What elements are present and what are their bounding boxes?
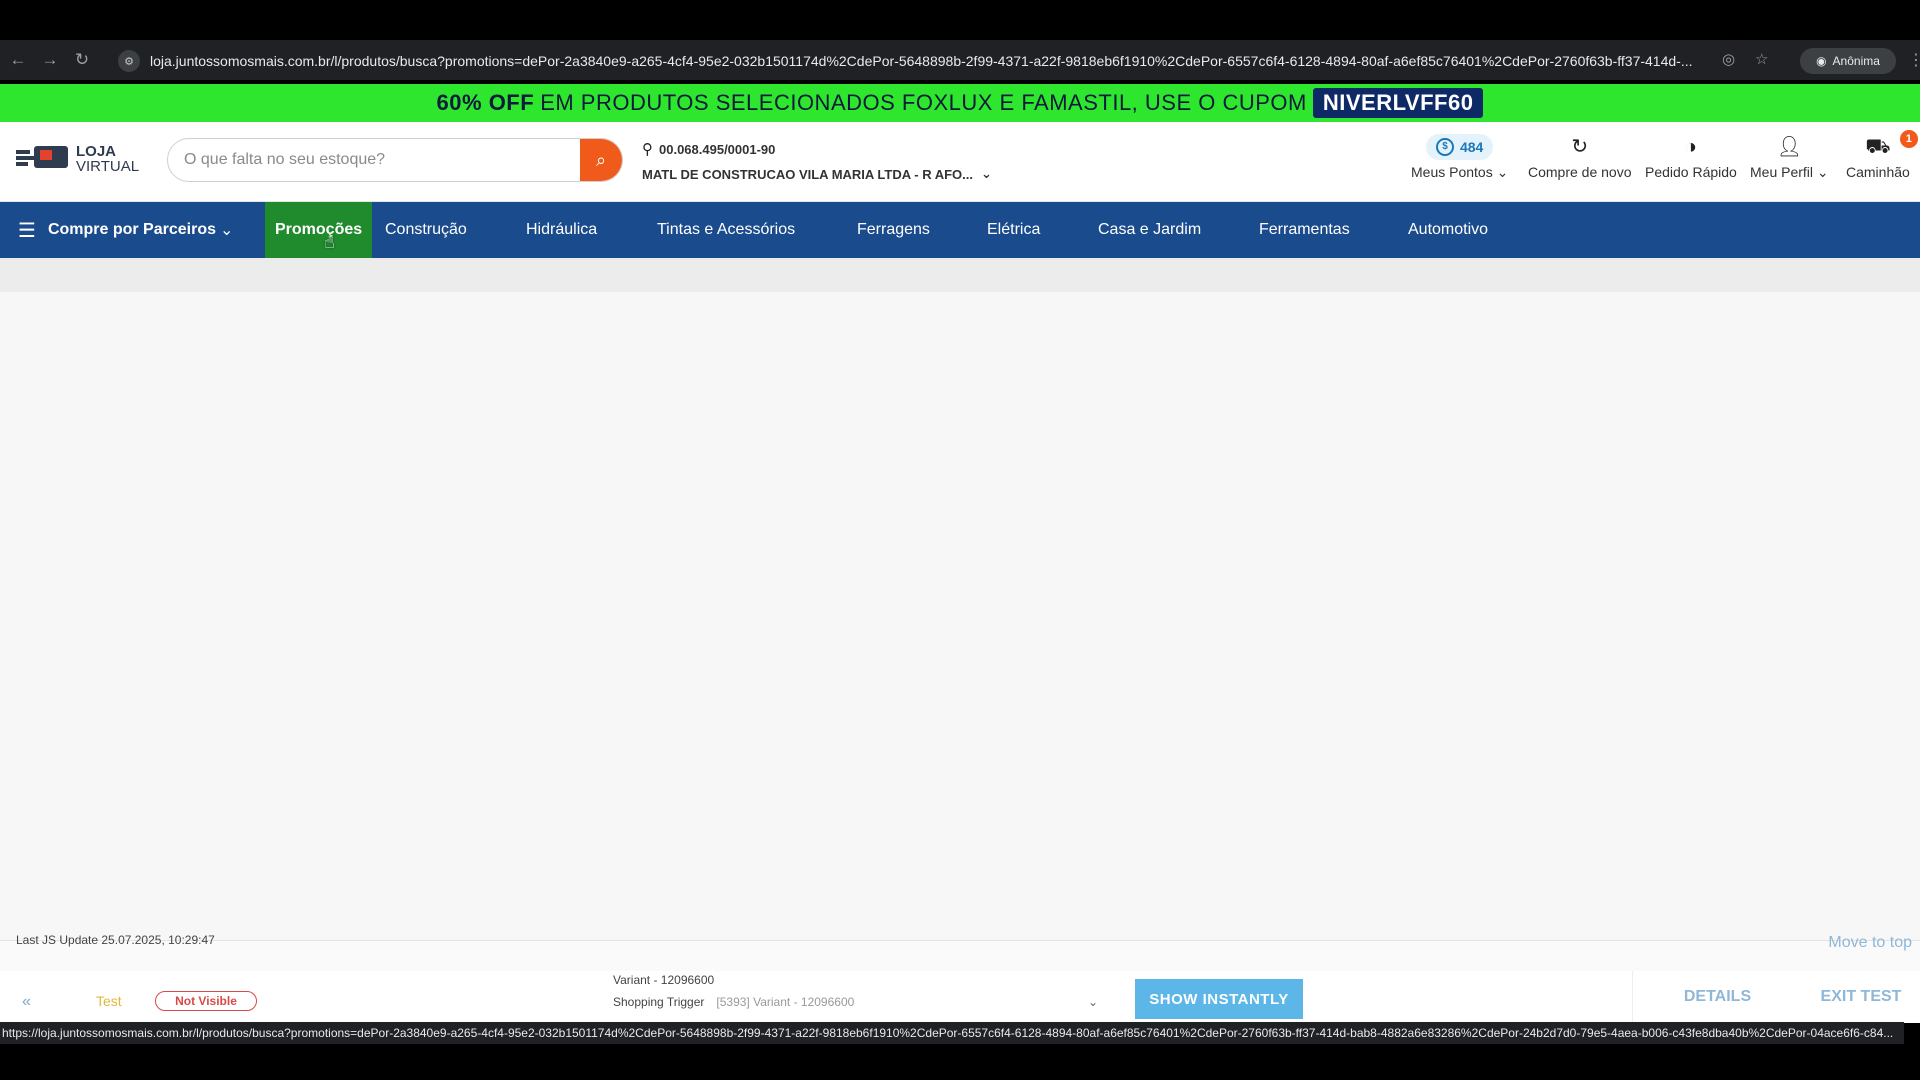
url-text[interactable]: loja.juntossomosmais.com.br/l/produtos/b… — [150, 53, 1710, 69]
chevron-down-icon: ⌄ — [1496, 164, 1509, 180]
quick-order-label: Pedido Rápido — [1645, 164, 1737, 180]
browser-menu-icon[interactable]: ⋮ — [1908, 50, 1920, 70]
back-icon[interactable]: ← — [4, 46, 32, 74]
menu-item-ferragens[interactable]: Ferragens — [857, 202, 930, 258]
buy-again[interactable]: ↻ Compre de novo — [1528, 134, 1632, 180]
menu-item-ferramentas[interactable]: Ferramentas — [1259, 202, 1350, 258]
search-icon: ⌕ — [595, 149, 607, 170]
forward-icon[interactable]: → — [36, 46, 64, 74]
incognito-icon: ◉ — [1816, 54, 1827, 68]
my-profile[interactable]: 👤︎ Meu Perfil ⌄ — [1750, 134, 1829, 181]
menu-item-construcao[interactable]: Construção — [385, 202, 467, 258]
user-icon: 👤︎ — [1776, 136, 1803, 158]
partners-label: Compre por Parceiros — [47, 221, 216, 238]
bookmark-star-icon[interactable]: ☆ — [1755, 50, 1768, 68]
top-black-bar — [0, 0, 1920, 40]
points-value: 484 — [1459, 139, 1484, 155]
test-label: Test — [96, 993, 122, 1009]
menu-item-automotivo[interactable]: Automotivo — [1408, 202, 1488, 258]
logo-line2: VIRTUAL — [76, 158, 140, 175]
menu-item-casa-jardim[interactable]: Casa e Jardim — [1098, 202, 1201, 258]
hand-cursor-icon: ☝ — [324, 232, 335, 252]
search-box: ⌕ — [167, 138, 623, 182]
coin-icon: $ — [1435, 138, 1454, 156]
reload-icon[interactable]: ↻ — [68, 46, 96, 74]
variant-text: Variant - 12096600 — [613, 973, 715, 987]
bottom-black-bar — [0, 1044, 1920, 1080]
site-settings-icon[interactable]: ⚙ — [118, 50, 140, 72]
chevron-down-icon: ⌄ — [981, 166, 992, 181]
trigger-value: [5393] Variant - 12096600 — [716, 995, 855, 1009]
test-controls: « Test Not Visible Variant - 12096600 Sh… — [0, 971, 1920, 1023]
details-button[interactable]: DETAILS — [1632, 971, 1802, 1023]
loading-strip — [0, 258, 1920, 292]
trigger-label: Shopping Trigger — [613, 995, 705, 1009]
double-chevron-left-icon[interactable]: « — [22, 993, 31, 1011]
site-header: LOJA VIRTUAL ⌕ ⚲ 00.068.495/0001-90 MATL… — [0, 122, 1920, 202]
content-area — [0, 292, 1920, 1022]
logo-line1: LOJA — [76, 143, 117, 160]
cart-truck[interactable]: ⛟ 1 Caminhão — [1846, 130, 1918, 180]
page: 60% OFF EM PRODUTOS SELECIONADOS FOXLUX … — [0, 84, 1920, 1022]
half-circle-icon: ◑ — [1684, 136, 1697, 158]
chevron-down-icon[interactable]: ⌄ — [1088, 995, 1098, 1009]
truck-logo-icon — [16, 144, 70, 174]
search-button[interactable]: ⌕ — [580, 139, 622, 181]
incognito-label: Anônima — [1832, 54, 1880, 68]
shopping-trigger-select[interactable]: Shopping Trigger [5393] Variant - 120966… — [613, 995, 854, 1009]
move-to-top-link[interactable]: Move to top — [1828, 934, 1912, 952]
status-bar-url: https://loja.juntossomosmais.com.br/l/pr… — [0, 1022, 1904, 1044]
chevron-down-icon: ⌄ — [1816, 164, 1829, 180]
promo-bold: 60% OFF — [436, 90, 535, 115]
delivery-address[interactable]: ⚲ 00.068.495/0001-90 MATL DE CONSTRUCAO … — [642, 140, 992, 182]
cart-label: Caminhão — [1846, 164, 1910, 180]
address-bar[interactable]: ⚙ loja.juntossomosmais.com.br/l/produtos… — [114, 46, 1754, 76]
show-instantly-button[interactable]: SHOW INSTANTLY — [1135, 979, 1303, 1019]
last-update-text: Last JS Update 25.07.2025, 10:29:47 — [16, 933, 215, 947]
store-name: MATL DE CONSTRUCAO VILA MARIA LTDA - R A… — [642, 166, 973, 182]
profile-label: Meu Perfil — [1750, 164, 1814, 180]
menu-item-eletrica[interactable]: Elétrica — [987, 202, 1040, 258]
promo-banner[interactable]: 60% OFF EM PRODUTOS SELECIONADOS FOXLUX … — [0, 84, 1920, 122]
points-label: Meus Pontos — [1411, 164, 1493, 180]
cart-count-badge: 1 — [1899, 130, 1918, 148]
cnpj-text: 00.068.495/0001-90 — [659, 141, 776, 157]
chevron-down-icon: ⌄ — [220, 222, 234, 239]
my-points[interactable]: $ 484 Meus Pontos ⌄ — [1411, 134, 1508, 181]
quick-order[interactable]: ◑ Pedido Rápido — [1645, 134, 1737, 180]
category-menu: ☰ Compre por Parceiros ⌄ Promoções Const… — [0, 202, 1920, 258]
visibility-badge: Not Visible — [155, 991, 257, 1011]
buy-again-label: Compre de novo — [1528, 164, 1632, 180]
truck-icon: ⛟ 1 — [1846, 130, 1918, 160]
promo-text: EM PRODUTOS SELECIONADOS FOXLUX E FAMAST… — [540, 90, 1307, 115]
location-pin-icon: ⚲ — [642, 141, 653, 158]
hamburger-icon: ☰ — [18, 219, 36, 242]
search-input[interactable] — [168, 151, 580, 169]
incognito-badge[interactable]: ◉ Anônima — [1800, 48, 1896, 74]
menu-item-promocoes[interactable]: Promoções — [265, 202, 373, 258]
promo-coupon: NIVERLVFF60 — [1312, 88, 1484, 118]
logo[interactable]: LOJA VIRTUAL — [16, 144, 139, 174]
menu-item-hidraulica[interactable]: Hidráulica — [526, 202, 597, 258]
partners-menu[interactable]: ☰ Compre por Parceiros ⌄ — [18, 202, 233, 258]
exit-test-button[interactable]: EXIT TEST — [1802, 971, 1920, 1023]
eye-slash-icon[interactable]: ◎ — [1722, 50, 1735, 68]
refresh-icon: ↻ — [1571, 136, 1589, 158]
test-overlay: Last JS Update 25.07.2025, 10:29:47 Move… — [0, 933, 1920, 1023]
menu-item-tintas[interactable]: Tintas e Acessórios — [657, 202, 795, 258]
browser-toolbar: ← → ↻ ⚙ loja.juntossomosmais.com.br/l/pr… — [0, 40, 1920, 80]
